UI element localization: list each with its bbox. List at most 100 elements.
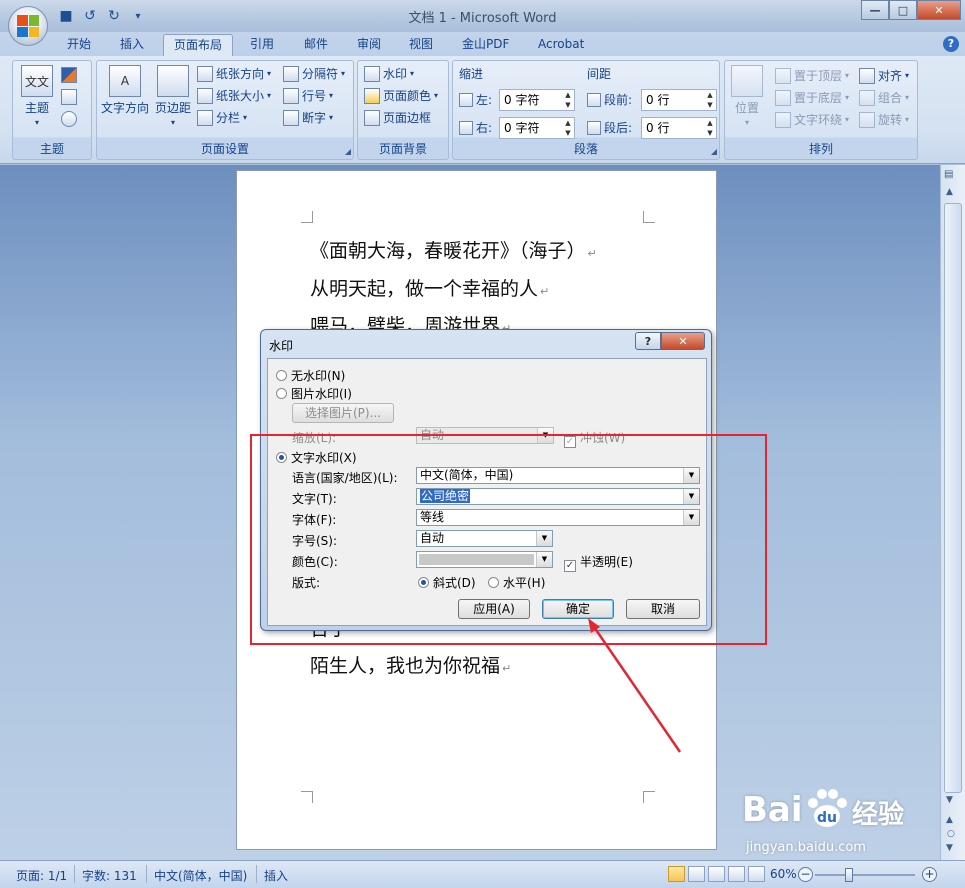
indent-right-spinner-icon[interactable]: ▲ ▼ xyxy=(562,118,574,138)
text-combo[interactable]: 公司绝密 ▼ xyxy=(416,488,700,505)
language-combo[interactable]: 中文(简体，中国) ▼ xyxy=(416,467,700,484)
theme-effects-icon xyxy=(61,111,77,127)
hyphenation-button[interactable]: 断字 ▾ xyxy=(283,109,333,126)
scroll-up-icon[interactable]: ▲ xyxy=(946,187,953,197)
spacing-before-spinner-icon[interactable]: ▲ ▼ xyxy=(704,90,716,110)
radio-on-icon xyxy=(418,577,429,588)
tab-insert[interactable]: 插入 xyxy=(110,34,154,56)
spacing-after-icon xyxy=(587,120,601,135)
font-combo[interactable]: 等线 ▼ xyxy=(416,509,700,526)
zoom-in-icon[interactable]: + xyxy=(922,867,937,882)
tab-home[interactable]: 开始 xyxy=(57,34,101,56)
tab-page-layout[interactable]: 页面布局 xyxy=(163,34,234,56)
print-layout-view-icon[interactable] xyxy=(668,866,685,882)
position-icon xyxy=(731,65,763,97)
save-icon[interactable]: ■ xyxy=(56,6,76,26)
help-icon[interactable]: ? xyxy=(943,36,959,52)
office-button[interactable] xyxy=(8,6,48,46)
position-button[interactable]: 位置 ▾ xyxy=(731,65,763,127)
dialog-close-button[interactable]: ✕ xyxy=(661,332,705,350)
full-screen-reading-view-icon[interactable] xyxy=(688,866,705,882)
page-color-button[interactable]: 页面颜色 ▾ xyxy=(364,87,438,104)
color-swatch xyxy=(419,554,534,565)
spacing-after-spinner-icon[interactable]: ▲ ▼ xyxy=(704,118,716,138)
page-setup-launcher-icon[interactable]: ◢ xyxy=(345,147,351,156)
document-line[interactable]: 《面朝大海，春暖花开》（海子） ↵ xyxy=(310,236,597,263)
diagonal-radio[interactable]: 斜式(D) xyxy=(418,574,476,591)
select-picture-button[interactable]: 选择图片(P)... xyxy=(292,403,394,423)
picture-watermark-radio[interactable]: 图片水印(I) xyxy=(276,385,352,402)
theme-group-label: 主题 xyxy=(39,142,64,156)
tab-review[interactable]: 审阅 xyxy=(347,34,391,56)
close-button[interactable]: ✕ xyxy=(917,0,961,20)
ok-button[interactable]: 确定 xyxy=(542,599,614,619)
page-borders-button[interactable]: 页面边框 xyxy=(364,109,431,126)
color-dropdown[interactable]: ▼ xyxy=(536,552,552,567)
zoom-slider-thumb[interactable] xyxy=(845,868,853,882)
size-combo[interactable]: 自动 ▼ xyxy=(416,530,553,547)
ruler-toggle-icon[interactable]: ▤ xyxy=(944,169,953,180)
watermark-button[interactable]: 水印 ▾ xyxy=(364,65,414,82)
margins-button[interactable]: 页边距 ▾ xyxy=(155,65,191,127)
minimize-button[interactable]: — xyxy=(861,0,889,20)
rotate-button[interactable]: 旋转 ▾ xyxy=(859,111,909,128)
scrollbar-thumb[interactable] xyxy=(944,203,962,793)
paragraph-launcher-icon[interactable]: ◢ xyxy=(711,147,717,156)
color-picker[interactable]: ▼ xyxy=(416,551,553,568)
line-numbers-button[interactable]: 行号 ▾ xyxy=(283,87,333,104)
text-watermark-radio[interactable]: 文字水印(X) xyxy=(276,449,357,466)
spacing-after-input[interactable]: 0 行 ▲ ▼ xyxy=(641,117,717,139)
maximize-button[interactable]: □ xyxy=(889,0,917,20)
vertical-scrollbar[interactable]: ▤ ▲ ▼ ▲ ○ ▼ xyxy=(940,165,965,860)
status-page[interactable]: 页面: 1/1 xyxy=(16,867,67,884)
size-button[interactable]: 纸张大小 ▾ xyxy=(197,87,271,104)
dialog-help-button[interactable]: ? xyxy=(635,332,661,350)
group-button[interactable]: 组合 ▾ xyxy=(859,89,909,106)
theme-effects-button[interactable] xyxy=(61,111,77,127)
semitransparent-checkbox[interactable]: ✓ 半透明(E) xyxy=(564,553,633,572)
cancel-button[interactable]: 取消 xyxy=(626,599,700,619)
apply-button[interactable]: 应用(A) xyxy=(458,599,530,619)
draft-view-icon[interactable] xyxy=(748,866,765,882)
tab-view[interactable]: 视图 xyxy=(399,34,443,56)
align-button[interactable]: 对齐 ▾ xyxy=(859,67,909,84)
indent-left-input[interactable]: 0 字符 ▲ ▼ xyxy=(499,89,575,111)
web-layout-view-icon[interactable] xyxy=(708,866,725,882)
status-word-count[interactable]: 字数: 131 xyxy=(82,867,137,884)
bring-to-front-button[interactable]: 置于顶层 ▾ xyxy=(775,67,849,84)
tab-references[interactable]: 引用 xyxy=(240,34,284,56)
redo-icon[interactable]: ↻ xyxy=(104,6,124,26)
status-bar: 页面: 1/1 字数: 131 中文(简体，中国) 插入 60% − + xyxy=(0,860,965,888)
zoom-slider-track[interactable] xyxy=(815,874,915,876)
tab-mailings[interactable]: 邮件 xyxy=(294,34,338,56)
zoom-out-icon[interactable]: − xyxy=(798,867,813,882)
customize-qat-icon[interactable]: ▾ xyxy=(128,6,148,26)
no-watermark-radio[interactable]: 无水印(N) xyxy=(276,367,345,384)
tab-acrobat[interactable]: Acrobat xyxy=(528,34,594,56)
text-wrap-button[interactable]: 文字环绕 ▾ xyxy=(775,111,849,128)
undo-icon[interactable]: ↺ xyxy=(80,6,100,26)
document-line[interactable]: 从明天起，做一个幸福的人 ↵ xyxy=(310,274,549,301)
theme-fonts-button[interactable] xyxy=(61,89,77,105)
washout-checkbox[interactable]: ✓ 冲蚀(W) xyxy=(564,429,625,448)
outline-view-icon[interactable] xyxy=(728,866,745,882)
breaks-button[interactable]: 分隔符 ▾ xyxy=(283,65,345,82)
zoom-level[interactable]: 60% xyxy=(770,867,797,881)
size-label: 字号(S): xyxy=(292,534,338,548)
status-insert-mode[interactable]: 插入 xyxy=(264,867,288,884)
tab-wps-pdf[interactable]: 金山PDF xyxy=(452,34,519,56)
scale-combo[interactable]: 自动 ▼ xyxy=(416,427,554,444)
status-language[interactable]: 中文(简体，中国) xyxy=(154,867,247,884)
horizontal-radio[interactable]: 水平(H) xyxy=(488,574,545,591)
indent-right-input[interactable]: 0 字符 ▲ ▼ xyxy=(499,117,575,139)
theme-colors-button[interactable] xyxy=(61,67,77,83)
text-label: 文字(T): xyxy=(292,492,337,506)
theme-button[interactable]: 文文 主题 ▾ xyxy=(21,65,53,127)
columns-button[interactable]: 分栏 ▾ xyxy=(197,109,247,126)
spacing-before-input[interactable]: 0 行 ▲ ▼ xyxy=(641,89,717,111)
document-line[interactable]: 陌生人，我也为你祝福 ↵ xyxy=(310,651,511,678)
text-direction-button[interactable]: A 文字方向 xyxy=(101,65,149,116)
indent-left-spinner-icon[interactable]: ▲ ▼ xyxy=(562,90,574,110)
send-to-back-button[interactable]: 置于底层 ▾ xyxy=(775,89,849,106)
orientation-button[interactable]: 纸张方向 ▾ xyxy=(197,65,271,82)
